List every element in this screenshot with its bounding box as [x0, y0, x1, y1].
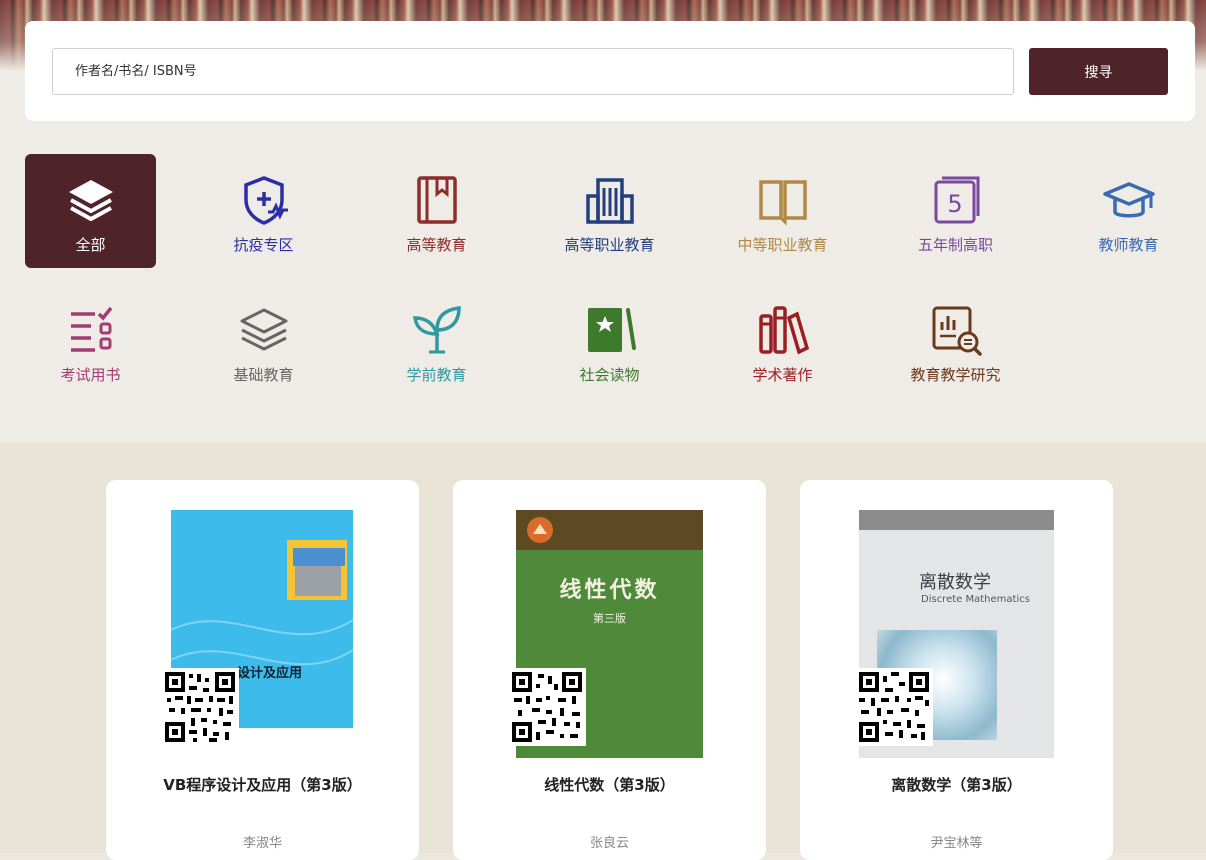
open-book-icon — [759, 180, 807, 226]
category-social-reading[interactable]: 社会读物 — [544, 284, 675, 398]
category-anti-epidemic[interactable]: 抗疫专区 — [198, 154, 329, 268]
category-basic-education[interactable]: 基础教育 — [198, 284, 329, 398]
stack-icon — [240, 308, 288, 351]
category-preschool[interactable]: 学前教育 — [371, 284, 502, 398]
search-button[interactable]: 搜寻 — [1029, 48, 1168, 95]
book-card[interactable]: 设计及应用 VB程序设计及应用（第3版） 李淑华 — [106, 480, 419, 860]
sprout-icon — [412, 305, 461, 354]
category-label: 中等职业教育 — [737, 236, 828, 254]
book-title[interactable]: 离散数学（第3版） — [800, 774, 1113, 795]
category-label: 教育教学研究 — [910, 366, 1001, 384]
book-title[interactable]: 线性代数（第3版） — [453, 774, 766, 795]
cover-english-title: Discrete Mathematics — [921, 594, 1030, 605]
calendar-five-icon: 5 — [934, 176, 980, 224]
book-card[interactable]: 线性代数 第三版 线性代数（第3版） 张良云 — [453, 480, 766, 860]
building-icon — [586, 178, 634, 224]
category-label: 抗疫专区 — [233, 236, 294, 254]
books-shelf-icon — [759, 306, 809, 355]
category-secondary-vocational[interactable]: 中等职业教育 — [717, 154, 848, 268]
category-label: 教师教育 — [1098, 236, 1159, 254]
qr-code-icon — [161, 668, 239, 746]
book-card[interactable]: 离散数学 Discrete Mathematics 离散数学（第3版） 尹宝林等 — [800, 480, 1113, 860]
category-label: 考试用书 — [60, 366, 121, 384]
qr-code-icon — [508, 668, 586, 746]
checklist-icon — [71, 306, 113, 352]
category-label: 五年制高职 — [917, 236, 993, 254]
category-label: 全部 — [75, 236, 106, 254]
cover-title: 设计及应用 — [237, 666, 303, 681]
book-title[interactable]: VB程序设计及应用（第3版） — [106, 774, 419, 795]
category-higher-education[interactable]: 高等教育 — [371, 154, 502, 268]
category-all[interactable]: 全部 — [25, 154, 156, 268]
category-academic[interactable]: 学术著作 — [717, 284, 848, 398]
star-book-icon — [588, 308, 636, 352]
category-teaching-research[interactable]: 教育教学研究 — [890, 284, 1021, 398]
graduation-cap-icon — [1103, 182, 1155, 218]
category-label: 学前教育 — [406, 366, 467, 384]
category-higher-vocational[interactable]: 高等职业教育 — [544, 154, 675, 268]
book-author: 尹宝林等 — [930, 836, 983, 851]
svg-text:5: 5 — [947, 190, 962, 218]
cover-title: 线性代数 — [559, 578, 660, 603]
layers-icon — [69, 180, 113, 221]
cover-subtitle: 第三版 — [593, 612, 626, 625]
category-exam-books[interactable]: 考试用书 — [25, 284, 156, 398]
medical-shield-icon — [244, 176, 288, 225]
category-five-year[interactable]: 5 五年制高职 — [890, 154, 1021, 268]
category-label: 基础教育 — [233, 366, 294, 384]
book-author: 张良云 — [589, 836, 629, 851]
category-label: 高等职业教育 — [564, 236, 655, 254]
category-teacher-education[interactable]: 教师教育 — [1063, 154, 1194, 268]
qr-code-icon — [855, 668, 933, 746]
book-author: 李淑华 — [242, 836, 282, 851]
bookmark-book-icon — [417, 176, 457, 224]
category-label: 高等教育 — [406, 236, 467, 254]
category-label: 社会读物 — [579, 366, 640, 384]
cover-title: 离散数学 — [919, 572, 991, 593]
search-card: 搜寻 — [25, 21, 1195, 121]
category-label: 学术著作 — [752, 366, 813, 384]
search-input[interactable] — [52, 48, 1014, 95]
research-magnifier-icon — [932, 306, 982, 356]
